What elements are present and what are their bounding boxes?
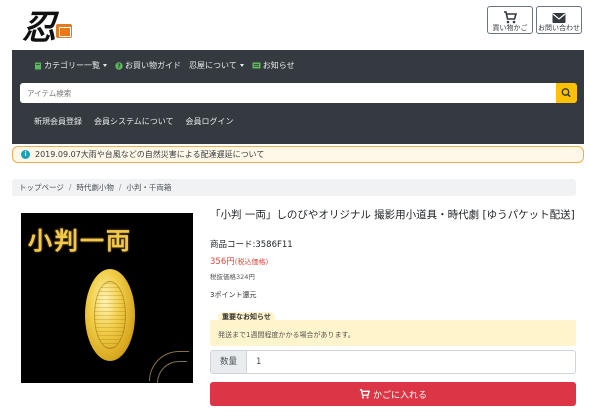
breadcrumb-separator: / [118,183,122,192]
cart-icon [359,389,370,399]
notice-text: 発送まで1週間程度かかる場合があります。 [218,331,355,339]
news-icon [252,62,261,69]
product-image-caption: 小判一両 [28,226,132,255]
member-system-link[interactable]: 会員システムについて [94,116,174,127]
logo-kanji: 忍 [22,8,56,48]
koban-coin-image [85,269,135,361]
add-to-cart-button[interactable]: かごに入れる [210,382,576,406]
pretax-price: 税抜価格324円 [210,273,255,281]
coin-engraving [94,281,126,349]
main-navbar: カテゴリー一覧 ? お買い物ガイド 忍屋について お知らせ 新規会員登録 会員シ… [12,50,584,144]
quantity-group: 数量 [210,350,576,374]
breadcrumb-item-top[interactable]: トップページ [19,183,64,192]
breadcrumb-separator: / [68,183,72,192]
book-icon [35,62,41,69]
search-bar [20,83,577,103]
nav-item-about[interactable]: 忍屋について [189,60,244,71]
nav-label-news: お知らせ [262,61,295,70]
cart-label: 買い物かご [492,24,528,32]
question-icon: ? [115,61,123,70]
quantity-label: 数量 [211,351,247,373]
product-title: 「小判 一両」しのびやオリジナル 撮影用小道具・時代劇 [ゆうパケット配送] [210,209,575,221]
cart-button[interactable]: 買い物かご [487,6,533,34]
cart-icon [488,9,532,24]
page: 忍 買い物かご お問い合わせ カテゴリー一覧 ? お買い物ガイド 忍屋について [0,0,590,418]
important-notice: 発送まで1週間程度かかる場合があります。 [210,320,576,346]
nav-label-about: 忍屋について [189,61,237,70]
delivery-alert[interactable]: i 2019.09.07大雨や台風などの自然災害による配達遅延について [12,146,584,163]
add-to-cart-label: かごに入れる [372,390,427,401]
nav-label-category: カテゴリー一覧 [44,61,100,70]
product-image[interactable]: 小判一両 [21,213,193,383]
nav-label-guide: お買い物ガイド [125,61,181,70]
reward-points: 3ポイント還元 [210,291,257,299]
price-value: 356円 [210,257,235,267]
product-price: 356円(税込価格) [210,255,268,267]
search-input[interactable] [20,83,557,103]
notice-badge: 重要なお知らせ [218,312,275,323]
breadcrumb-item-current: 小判・千両箱 [126,183,172,192]
contact-label: お問い合わせ [538,24,580,32]
member-nav: 新規会員登録 会員システムについて 会員ログイン [34,116,234,127]
caret-down-icon [103,64,107,67]
contact-button[interactable]: お問い合わせ [536,6,582,34]
search-button[interactable] [556,83,577,103]
breadcrumb-item-category[interactable]: 時代劇小物 [76,183,114,192]
svg-text:?: ? [117,63,121,70]
caret-down-icon [239,64,244,67]
product-code: 商品コード:3586F11 [210,240,293,250]
price-tax-note: (税込価格) [234,258,269,266]
nav-item-category[interactable]: カテゴリー一覧 [34,60,107,71]
member-login-link[interactable]: 会員ログイン [186,116,234,127]
logo-seal-icon [56,24,72,38]
nav-item-news[interactable]: お知らせ [252,60,295,71]
alert-text: 2019.09.07大雨や台風などの自然災害による配達遅延について [35,150,265,159]
register-link[interactable]: 新規会員登録 [34,116,82,127]
search-icon [561,88,571,98]
site-logo[interactable]: 忍 [22,4,82,48]
mail-icon [537,9,581,23]
quantity-input[interactable] [248,351,574,373]
breadcrumb: トップページ / 時代劇小物 / 小判・千両箱 [12,179,576,196]
info-icon: i [21,150,30,159]
nav-item-guide[interactable]: ? お買い物ガイド [115,60,181,71]
nav-menu: カテゴリー一覧 ? お買い物ガイド 忍屋について お知らせ [34,60,295,71]
